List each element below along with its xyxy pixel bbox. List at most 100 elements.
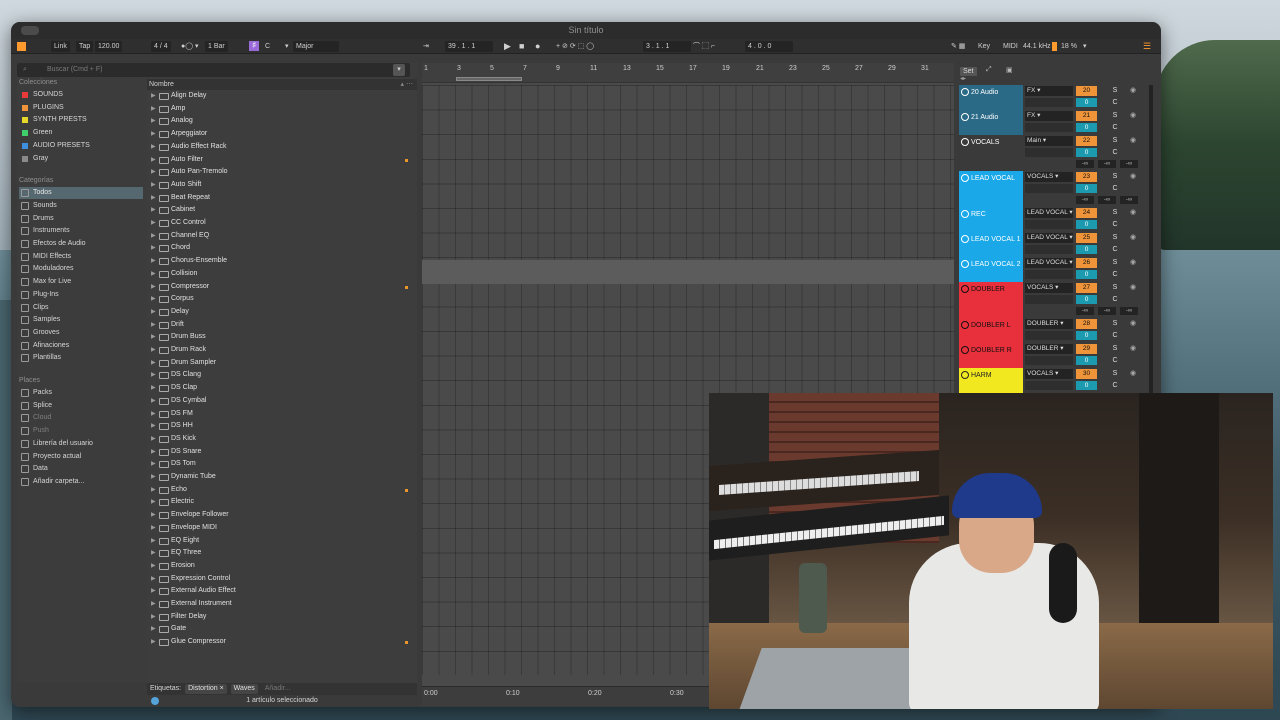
track-activator[interactable]: 26 <box>1076 258 1097 268</box>
category-item[interactable]: Grooves <box>19 327 143 339</box>
collection-item[interactable]: Gray <box>19 153 143 165</box>
list-item[interactable]: ▶ Drum Sampler <box>147 357 417 370</box>
track-activator[interactable]: 24 <box>1076 208 1097 218</box>
track-name-header[interactable]: REC <box>959 207 1023 232</box>
expand-arrow-icon[interactable]: ▶ <box>151 496 156 509</box>
mixer-track[interactable]: LEAD VOCAL VOCALS ▾ 23 0 S C ◉ -∞ -∞ -∞ <box>959 171 1153 207</box>
list-item[interactable]: ▶ Drum Buss <box>147 331 417 344</box>
arm-icon[interactable]: ◉ <box>1127 283 1139 293</box>
track-volume[interactable]: 0 <box>1076 356 1097 365</box>
stop-icon[interactable]: ■ <box>519 41 524 52</box>
expand-arrow-icon[interactable]: ▶ <box>151 192 156 205</box>
tag-distortion[interactable]: Distortion × <box>185 684 227 694</box>
track-output-channel[interactable] <box>1025 270 1073 279</box>
expand-arrow-icon[interactable]: ▶ <box>151 598 156 611</box>
track-output-channel[interactable] <box>1025 220 1073 229</box>
metronome-icon[interactable]: ●◯ ▾ <box>181 41 199 52</box>
track-name-header[interactable]: DOUBLER L <box>959 318 1023 343</box>
category-item[interactable]: Drums <box>19 213 143 225</box>
expand-arrow-icon[interactable]: ▶ <box>151 166 156 179</box>
list-item[interactable]: ▶ Filter Delay <box>147 611 417 624</box>
expand-arrow-icon[interactable]: ▶ <box>151 611 156 624</box>
track-output-select[interactable]: VOCALS ▾ <box>1025 172 1073 182</box>
expand-arrow-icon[interactable]: ▶ <box>151 255 156 268</box>
category-item[interactable]: Samples <box>19 314 143 326</box>
track-output-select[interactable]: DOUBLER ▾ <box>1025 319 1073 329</box>
track-volume[interactable]: 0 <box>1076 184 1097 193</box>
list-item[interactable]: ▶ Gate <box>147 623 417 636</box>
list-item[interactable]: ▶ Compressor <box>147 281 417 294</box>
solo-button[interactable]: S <box>1109 283 1121 293</box>
expand-arrow-icon[interactable]: ▶ <box>151 306 156 319</box>
mixer-track[interactable]: DOUBLER R DOUBLER ▾ 29 0 S C ◉ <box>959 343 1153 368</box>
category-item[interactable]: Max for Live <box>19 276 143 288</box>
list-item[interactable]: ▶ Analog <box>147 115 417 128</box>
list-item[interactable]: ▶ DS Tom <box>147 458 417 471</box>
track-fold-icon[interactable] <box>961 346 969 354</box>
track-fold-icon[interactable] <box>961 138 969 146</box>
tempo-field[interactable]: 120.00 <box>95 41 123 52</box>
place-item[interactable]: Packs <box>19 387 143 399</box>
loop-start-field[interactable]: 3 . 1 . 1 <box>643 41 691 52</box>
search-filter-icon[interactable]: ▾ <box>393 64 405 76</box>
track-output-select[interactable]: FX ▾ <box>1025 111 1073 121</box>
track-activator[interactable]: 30 <box>1076 369 1097 379</box>
pan-center[interactable]: C <box>1109 356 1121 365</box>
track-activator[interactable]: 29 <box>1076 344 1097 354</box>
expand-arrow-icon[interactable]: ▶ <box>151 535 156 548</box>
mixer-track[interactable]: 20 Audio FX ▾ 20 0 S C ◉ <box>959 85 1153 110</box>
track-name-header[interactable]: DOUBLER <box>959 282 1023 318</box>
time-signature-field[interactable]: 4 / 4 <box>151 41 171 52</box>
track-activator[interactable]: 28 <box>1076 319 1097 329</box>
track-output-select[interactable]: LEAD VOCAL ▾ <box>1025 208 1073 218</box>
place-item[interactable]: Cloud <box>19 412 143 424</box>
expand-arrow-icon[interactable]: ▶ <box>151 230 156 243</box>
track-output-channel[interactable] <box>1025 381 1073 390</box>
link-button[interactable]: Link <box>51 41 70 52</box>
beat-ruler[interactable]: 1 3 5 7 9 11 13 15 17 19 21 23 25 27 29 31 <box>422 63 954 83</box>
list-item[interactable]: ▶ Electric <box>147 496 417 509</box>
track-output-select[interactable]: Main ▾ <box>1025 136 1073 146</box>
track-name-header[interactable]: 21 Audio <box>959 110 1023 135</box>
track-activator[interactable]: 27 <box>1076 283 1097 293</box>
expand-arrow-icon[interactable]: ▶ <box>151 179 156 192</box>
list-item[interactable]: ▶ Drum Rack <box>147 344 417 357</box>
key-scale-select[interactable]: Major <box>293 41 339 52</box>
list-item[interactable]: ▶ Glue Compressor <box>147 636 417 649</box>
track-output-channel[interactable] <box>1025 331 1073 340</box>
scale-mode-icon[interactable]: ♯ <box>249 41 259 52</box>
list-item[interactable]: ▶ DS Kick <box>147 433 417 446</box>
track-name-header[interactable]: 20 Audio <box>959 85 1023 110</box>
list-item[interactable]: ▶ DS Clap <box>147 382 417 395</box>
arm-icon[interactable]: ◉ <box>1127 369 1139 379</box>
expand-arrow-icon[interactable]: ▶ <box>151 154 156 167</box>
collection-item[interactable]: SOUNDS <box>19 89 143 101</box>
expand-arrow-icon[interactable]: ▶ <box>151 103 156 116</box>
list-item[interactable]: ▶ External Instrument <box>147 598 417 611</box>
list-item[interactable]: ▶ Beat Repeat <box>147 192 417 205</box>
arm-icon[interactable]: ◉ <box>1127 172 1139 182</box>
expand-arrow-icon[interactable]: ▶ <box>151 319 156 332</box>
expand-arrow-icon[interactable]: ▶ <box>151 115 156 128</box>
expand-arrow-icon[interactable]: ▶ <box>151 128 156 141</box>
expand-arrow-icon[interactable]: ▶ <box>151 623 156 636</box>
expand-arrow-icon[interactable]: ▶ <box>151 585 156 598</box>
arrangement-position[interactable]: 39 . 1 . 1 <box>445 41 493 52</box>
expand-arrow-icon[interactable]: ▶ <box>151 369 156 382</box>
pan-center[interactable]: C <box>1109 220 1121 229</box>
loop-brace[interactable] <box>456 77 522 81</box>
collection-item[interactable]: Green <box>19 127 143 139</box>
track-output-channel[interactable] <box>1025 295 1073 304</box>
track-fold-icon[interactable] <box>961 113 969 121</box>
tag-add[interactable]: Añadir... <box>262 684 294 694</box>
list-item[interactable]: ▶ Collision <box>147 268 417 281</box>
tap-button[interactable]: Tap <box>76 41 94 52</box>
track-fold-icon[interactable] <box>961 235 969 243</box>
list-item[interactable]: ▶ Audio Effect Rack <box>147 141 417 154</box>
draw-mode-icon[interactable]: ✎ ▦ <box>951 41 965 52</box>
solo-button[interactable]: S <box>1109 111 1121 121</box>
pan-center[interactable]: C <box>1109 270 1121 279</box>
solo-button[interactable]: S <box>1109 344 1121 354</box>
track-fold-icon[interactable] <box>961 88 969 96</box>
mixer-track[interactable]: LEAD VOCAL 1 LEAD VOCAL ▾ 25 0 S C ◉ <box>959 232 1153 257</box>
